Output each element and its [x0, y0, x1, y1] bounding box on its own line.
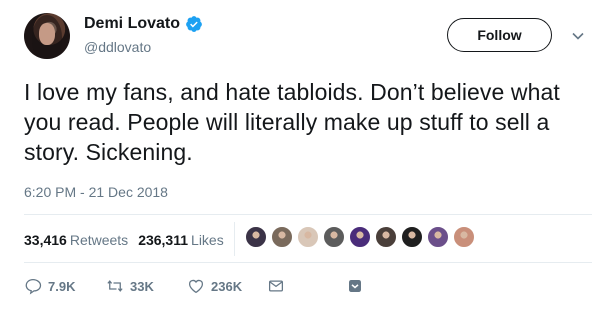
liker-avatar[interactable] [453, 226, 475, 248]
liker-avatar[interactable] [297, 226, 319, 248]
retweets-stat[interactable]: 33,416 Retweets [24, 232, 128, 248]
reply-icon [25, 278, 42, 295]
name-row: Demi Lovato [84, 15, 203, 33]
stats-separator [234, 222, 235, 256]
heart-icon [188, 279, 204, 294]
liker-avatar[interactable] [323, 226, 345, 248]
more-options-button[interactable] [346, 277, 364, 295]
likes-count: 236,311 [138, 232, 189, 248]
like-button[interactable]: 236K [187, 277, 242, 295]
liker-avatar[interactable] [245, 226, 267, 248]
avatar[interactable] [24, 13, 70, 59]
liker-avatar[interactable] [375, 226, 397, 248]
chevron-down-icon[interactable] [571, 29, 585, 43]
retweet-count: 33K [130, 278, 154, 294]
reply-button[interactable]: 7.9K [24, 277, 75, 295]
likes-label: Likes [191, 232, 224, 248]
chevron-shield-icon [349, 280, 361, 292]
divider [24, 214, 592, 215]
like-count: 236K [211, 278, 243, 294]
envelope-icon [268, 280, 284, 292]
liker-avatars [245, 226, 479, 248]
follow-button[interactable]: Follow [447, 18, 552, 52]
reply-count: 7.9K [48, 278, 76, 294]
liker-avatar[interactable] [401, 226, 423, 248]
liker-avatar[interactable] [271, 226, 293, 248]
liker-avatar[interactable] [427, 226, 449, 248]
retweet-button[interactable]: 33K [106, 277, 154, 295]
liker-avatar[interactable] [349, 226, 371, 248]
retweets-count: 33,416 [24, 232, 67, 248]
tweet-text: I love my fans, and hate tabloids. Don’t… [24, 79, 560, 165]
verified-badge-icon [186, 16, 202, 32]
likes-stat[interactable]: 236,311 Likes [138, 232, 224, 248]
retweets-label: Retweets [69, 232, 129, 248]
divider [24, 262, 592, 263]
tweet-header: Demi Lovato @ddlovato Follow [24, 13, 594, 59]
retweet-icon [107, 280, 123, 292]
direct-message-button[interactable] [267, 277, 285, 295]
user-handle[interactable]: @ddlovato [84, 39, 151, 55]
tweet-timestamp[interactable]: 6:20 PM - 21 Dec 2018 [24, 184, 168, 200]
display-name[interactable]: Demi Lovato [84, 15, 180, 33]
engagement-stats: 33,416 Retweets 236,311 Likes [24, 222, 234, 258]
